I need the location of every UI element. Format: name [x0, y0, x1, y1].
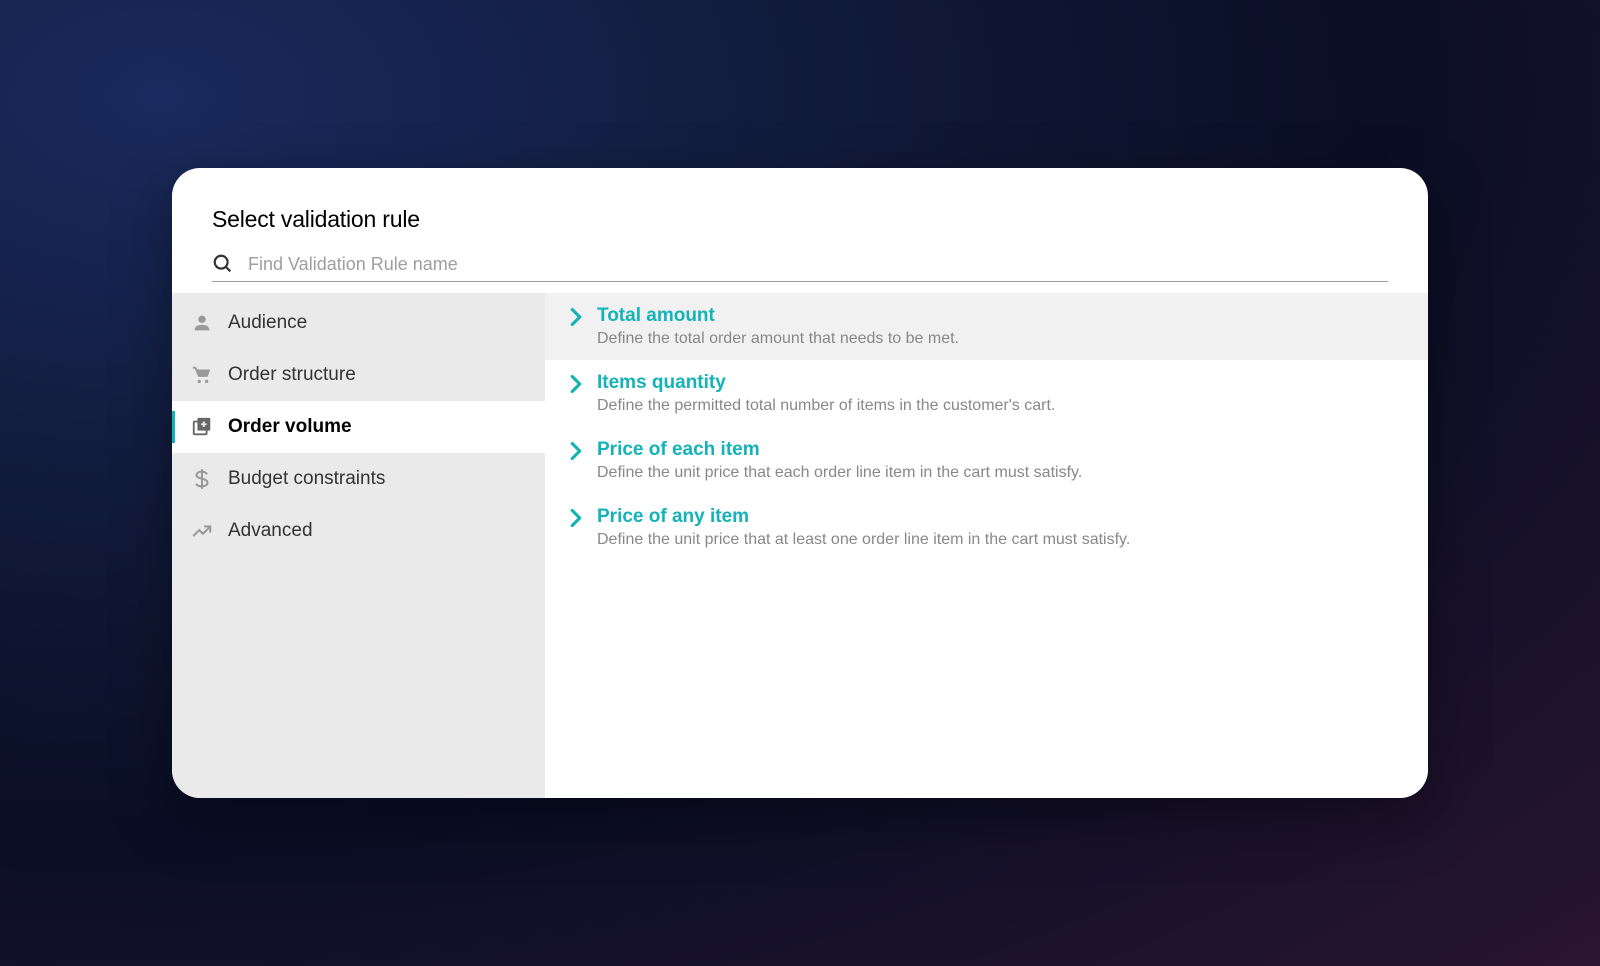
sidebar-item-order-volume[interactable]: Order volume — [172, 401, 545, 453]
search-container — [212, 253, 1388, 282]
rule-description: Define the unit price that at least one … — [597, 531, 1130, 549]
sidebar-item-order-structure[interactable]: Order structure — [172, 349, 545, 401]
rule-text: Total amount Define the total order amou… — [597, 305, 959, 348]
sidebar-item-budget-constraints[interactable]: Budget constraints — [172, 453, 545, 505]
rule-title: Total amount — [597, 305, 959, 327]
rule-item-price-each-item[interactable]: Price of each item Define the unit price… — [545, 427, 1428, 494]
cart-icon — [190, 363, 214, 387]
rule-description: Define the total order amount that needs… — [597, 330, 959, 348]
sidebar-item-label: Order structure — [228, 364, 356, 386]
dialog-body: Audience Order structure — [172, 293, 1428, 798]
dialog-header: Select validation rule — [172, 168, 1428, 253]
add-box-icon — [190, 415, 214, 439]
rule-text: Items quantity Define the permitted tota… — [597, 372, 1055, 415]
search-row — [172, 253, 1428, 293]
chevron-right-icon — [569, 508, 583, 528]
sidebar-item-label: Budget constraints — [228, 468, 385, 490]
sidebar-item-audience[interactable]: Audience — [172, 297, 545, 349]
rule-description: Define the permitted total number of ite… — [597, 397, 1055, 415]
validation-rule-dialog: Select validation rule Audie — [172, 168, 1428, 798]
search-input[interactable] — [248, 254, 1388, 275]
category-sidebar: Audience Order structure — [172, 293, 545, 798]
dialog-title: Select validation rule — [212, 206, 1388, 233]
chevron-right-icon — [569, 307, 583, 327]
rule-description: Define the unit price that each order li… — [597, 464, 1082, 482]
sidebar-item-label: Advanced — [228, 520, 313, 542]
rule-item-total-amount[interactable]: Total amount Define the total order amou… — [545, 293, 1428, 360]
rule-item-price-any-item[interactable]: Price of any item Define the unit price … — [545, 494, 1428, 561]
rule-title: Items quantity — [597, 372, 1055, 394]
sidebar-item-label: Audience — [228, 312, 307, 334]
dollar-icon — [190, 467, 214, 491]
sidebar-item-label: Order volume — [228, 416, 352, 438]
person-icon — [190, 311, 214, 335]
rule-title: Price of any item — [597, 506, 1130, 528]
sidebar-item-advanced[interactable]: Advanced — [172, 505, 545, 557]
trend-icon — [190, 519, 214, 543]
chevron-right-icon — [569, 441, 583, 461]
search-icon — [212, 253, 234, 275]
chevron-right-icon — [569, 374, 583, 394]
rule-title: Price of each item — [597, 439, 1082, 461]
rule-item-items-quantity[interactable]: Items quantity Define the permitted tota… — [545, 360, 1428, 427]
rule-list: Total amount Define the total order amou… — [545, 293, 1428, 798]
rule-text: Price of each item Define the unit price… — [597, 439, 1082, 482]
rule-text: Price of any item Define the unit price … — [597, 506, 1130, 549]
